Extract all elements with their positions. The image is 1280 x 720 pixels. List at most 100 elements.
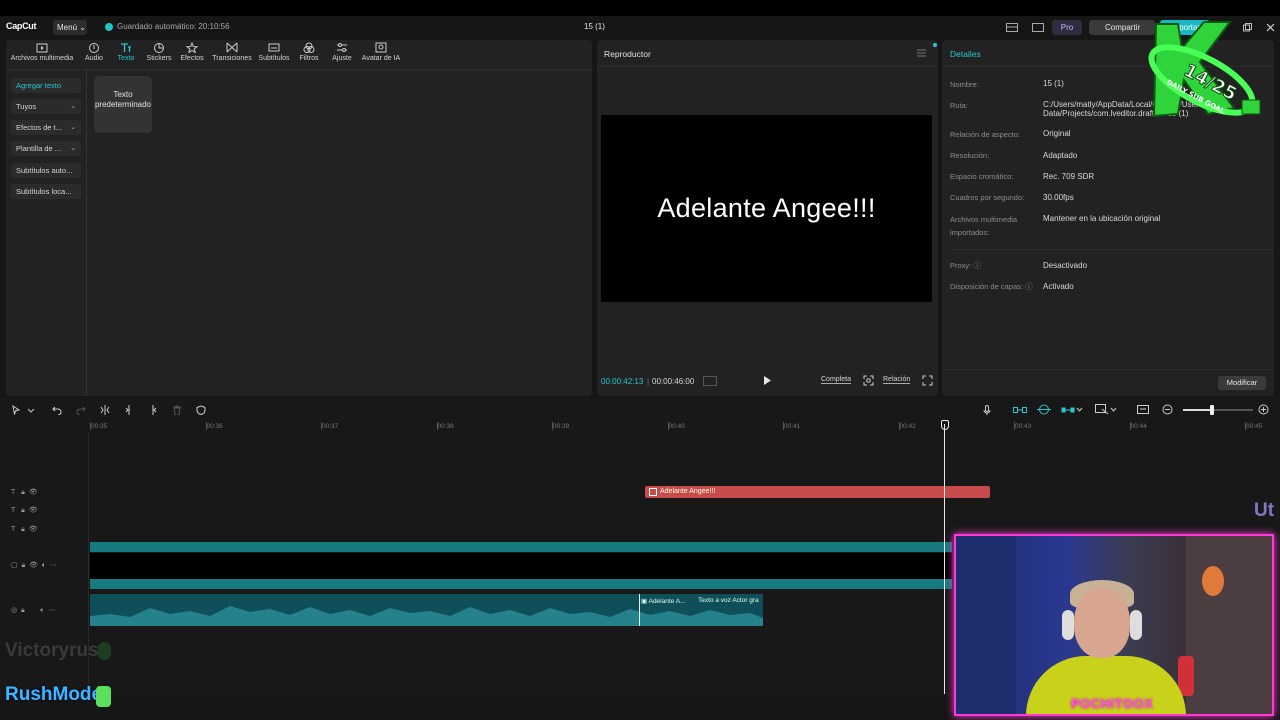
layers-label: Disposición de capas: [950,282,1023,291]
trim-left-icon[interactable] [124,405,134,415]
tool-stickers[interactable]: Stickers [145,42,173,62]
effects-icon [186,42,198,53]
lock-icon[interactable]: 🔒︎ [21,489,25,496]
tool-ai-avatar[interactable]: Avatar de IA [360,42,402,62]
detail-value-media: Mantener en la ubicación original [1043,214,1161,223]
detail-value-aspect: Original [1043,129,1071,138]
more-icon[interactable]: ⋯ [48,607,55,614]
playhead[interactable] [944,424,945,694]
tool-media[interactable]: Archivos multimedia [8,42,76,62]
tool-audio[interactable]: Audio [82,42,106,62]
chevron-down-icon[interactable] [26,406,36,416]
status-dot [933,43,937,47]
sidebar-item-auto-subtitles[interactable]: Subtítulos auto... [11,163,81,178]
video-preview[interactable]: Adelante Angee!!! [601,115,932,302]
ruler-tick-label: 00:44 [1130,423,1147,430]
tool-adjust[interactable]: Ajuste [328,42,356,62]
card-label: Texto predeterminado [94,90,152,109]
sidebar-item-yours[interactable]: Tuyos ⌄ [11,99,81,114]
sidebar-item-label: Subtítulos loca... [16,187,72,196]
ruler-tick-label: 00:43 [1015,423,1032,430]
caption-icon[interactable] [1137,405,1149,415]
detail-value-layers: Activado [1043,282,1074,291]
eye-icon[interactable]: 👁︎ [29,562,38,569]
sidebar-item-text-effects[interactable]: Efectos de t... ⌄ [11,120,81,135]
menu-icon[interactable] [917,49,926,57]
zoom-in-icon[interactable] [1258,404,1269,415]
shield-icon[interactable] [196,405,206,415]
pro-badge[interactable]: Pro [1052,20,1082,35]
eye-icon[interactable]: 👁︎ [29,489,38,496]
zoom-out-icon[interactable] [1162,404,1173,415]
eye-icon[interactable]: 👁︎ [29,526,38,533]
chevron-down-icon: ⌄ [70,124,76,131]
more-icon[interactable]: ⋯ [50,562,57,569]
detail-label-media: Archivos multimedia importados: [950,215,1018,237]
text-track-header: T 🔒︎ 👁︎ [11,525,38,534]
adjust-icon [337,43,347,52]
preview-axis-icon[interactable] [1095,404,1109,415]
sidebar-item-add-text[interactable]: Agregar texto [11,78,81,93]
shortcut-icon[interactable] [1032,23,1044,32]
sidebar-item-templates[interactable]: Plantilla de ... ⌄ [11,141,81,156]
media-icon [36,43,48,53]
magnet-icon[interactable] [1037,404,1051,415]
ruler-tick-label: 00:37 [322,423,339,430]
select-tool-icon[interactable] [11,405,21,415]
tool-subtitles[interactable]: Subtítulos [256,42,292,62]
sidebar-item-local-subtitles[interactable]: Subtítulos loca... [11,184,81,199]
video-clip-bottom-strip[interactable] [90,579,952,589]
ruler-tick-label: 00:45 [1246,423,1263,430]
speaker-icon[interactable]: 🔈︎ [42,562,46,569]
link-clips-icon[interactable] [1061,405,1075,415]
tool-effects[interactable]: Efectos [178,42,206,62]
tool-text[interactable]: Texto [114,42,138,62]
microphone-icon[interactable] [982,405,992,415]
lock-icon[interactable]: 🔒︎ [21,607,25,614]
details-title: Detalles [950,49,981,59]
link-main-track-icon[interactable] [1013,405,1027,415]
video-clip-top-strip[interactable] [90,542,952,552]
playhead-handle[interactable] [941,420,949,430]
ruler-tick-label: 00:42 [899,423,916,430]
delete-icon[interactable] [172,405,182,415]
lock-icon[interactable]: 🔒︎ [21,507,25,514]
screenshot-icon[interactable] [863,375,874,386]
play-icon[interactable] [762,375,772,386]
undo-icon[interactable] [52,405,62,415]
autosave-status: Guardado automático: 20:10:56 [105,22,230,31]
chevron-down-icon[interactable] [1110,406,1117,414]
split-icon[interactable] [100,405,110,415]
toolbar-divider [6,69,592,70]
lock-icon[interactable]: 🔒︎ [22,562,26,569]
tool-filters[interactable]: Filtros [296,42,322,62]
text-clip[interactable]: Adelante Angee!!! [645,486,990,498]
fullscreen-icon[interactable] [922,375,933,386]
tool-transitions[interactable]: Transiciones [210,42,254,62]
close-icon[interactable] [1266,23,1275,32]
redo-icon[interactable] [76,405,86,415]
ratio-label: Relación [883,376,911,383]
tool-label: Filtros [299,55,319,62]
sidebar-item-label: Agregar texto [16,81,62,90]
menu-button[interactable]: Menú ⌄ [53,20,87,35]
zoom-slider-handle[interactable] [1210,405,1214,415]
sticker-icon [154,43,164,53]
lock-icon[interactable]: 🔒︎ [21,526,25,533]
details-separator [950,249,1274,250]
complete-button[interactable]: Completa [821,376,851,384]
trim-right-icon[interactable] [148,405,158,415]
modify-button[interactable]: Modificar [1218,376,1266,390]
ratio-button[interactable]: Relación [883,376,911,384]
audio-track-icon: ◎ [11,607,18,614]
speaker-icon[interactable]: 🔈︎ [40,607,44,614]
chevron-down-icon[interactable] [1076,406,1083,414]
share-label: Compartir [1105,23,1141,32]
current-time: 00:00:42:13 [601,377,644,386]
timeline-zoom-icon[interactable] [703,376,717,386]
default-text-card[interactable]: Texto predeterminado [94,76,152,133]
eye-icon[interactable]: 👁︎ [29,507,38,514]
video-clip[interactable] [90,553,952,579]
layout-icon[interactable] [1006,23,1018,32]
wall-decoration [1202,566,1224,596]
